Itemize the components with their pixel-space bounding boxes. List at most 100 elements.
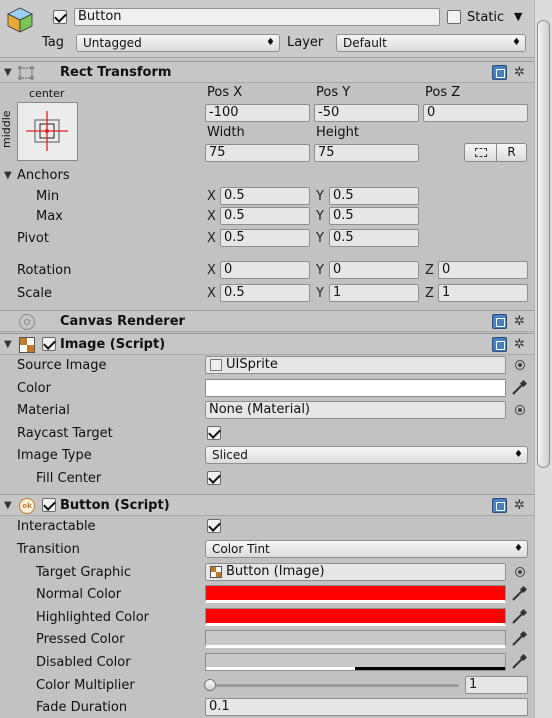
help-book-icon[interactable]	[492, 498, 507, 513]
width-field[interactable]: 75	[205, 144, 310, 162]
fade-duration-label: Fade Duration	[36, 700, 128, 715]
static-checkbox[interactable]	[447, 10, 461, 24]
pos-x-label: Pos X	[207, 85, 243, 100]
object-picker-icon[interactable]	[515, 567, 525, 577]
raw-edit-button[interactable]: R	[496, 143, 527, 162]
eyedropper-icon[interactable]	[510, 608, 528, 626]
min-y-field[interactable]: 0.5	[329, 187, 419, 205]
button-component-header[interactable]: ▼ ok Button (Script) ✲	[0, 494, 534, 516]
min-y-axis-label: Y	[316, 189, 324, 204]
tag-dropdown[interactable]: Untagged ♦	[76, 34, 280, 52]
height-field[interactable]: 75	[314, 144, 419, 162]
transition-label: Transition	[17, 542, 80, 557]
rot-x-field[interactable]: 0	[220, 261, 310, 279]
button-enabled-checkbox[interactable]	[42, 498, 56, 512]
disabled-color-swatch[interactable]	[205, 653, 506, 671]
rot-x-axis-label: X	[207, 263, 216, 278]
eyedropper-icon[interactable]	[510, 585, 528, 603]
image-component-icon	[19, 337, 35, 353]
interactable-checkbox[interactable]	[207, 519, 221, 533]
layer-dropdown[interactable]: Default ♦	[336, 34, 526, 52]
scale-x-field[interactable]: 0.5	[220, 284, 310, 302]
max-label: Max	[36, 209, 63, 224]
button-component-icon: ok	[19, 498, 35, 514]
foldout-arrow-icon[interactable]: ▼	[4, 339, 12, 350]
image-component-header[interactable]: ▼ Image (Script) ✲	[0, 333, 534, 355]
pivot-x-field[interactable]: 0.5	[220, 229, 310, 247]
raycast-target-checkbox[interactable]	[207, 426, 221, 440]
vertical-scrollbar[interactable]	[534, 0, 552, 718]
max-y-axis-label: Y	[316, 209, 324, 224]
highlighted-color-label: Highlighted Color	[36, 610, 150, 625]
gear-icon[interactable]: ✲	[514, 314, 525, 329]
image-component-icon	[210, 566, 222, 578]
pos-y-field[interactable]: -50	[314, 104, 419, 122]
updown-arrow-icon: ♦	[514, 543, 523, 554]
foldout-arrow-icon[interactable]: ▼	[4, 500, 12, 511]
rot-y-field[interactable]: 0	[329, 261, 419, 279]
eyedropper-icon[interactable]	[510, 630, 528, 648]
pos-x-field[interactable]: -100	[205, 104, 310, 122]
alpha-bar	[206, 667, 355, 670]
active-checkbox[interactable]	[53, 10, 67, 24]
blueprint-mode-button[interactable]	[464, 143, 497, 162]
updown-arrow-icon: ♦	[514, 449, 523, 460]
updown-arrow-icon: ♦	[512, 37, 521, 48]
static-dropdown-arrow-icon[interactable]: ▼	[514, 10, 522, 23]
color-multiplier-field[interactable]: 1	[465, 676, 528, 694]
source-image-value: UISprite	[226, 357, 278, 372]
scale-y-field[interactable]: 1	[329, 284, 419, 302]
tag-value: Untagged	[83, 36, 142, 50]
object-picker-icon[interactable]	[515, 405, 525, 415]
image-type-dropdown[interactable]: Sliced ♦	[205, 446, 528, 464]
rect-transform-header[interactable]: ▼ Rect Transform ✲	[0, 61, 534, 83]
object-name-input[interactable]: Button	[74, 8, 440, 26]
gear-icon[interactable]: ✲	[514, 337, 525, 352]
fill-center-label: Fill Center	[36, 471, 102, 486]
min-x-field[interactable]: 0.5	[220, 187, 310, 205]
normal-color-swatch[interactable]	[205, 585, 506, 603]
blueprint-icon	[475, 148, 487, 157]
help-book-icon[interactable]	[492, 314, 507, 329]
eyedropper-icon[interactable]	[510, 653, 528, 671]
layer-label: Layer	[287, 35, 324, 50]
source-image-field[interactable]: UISprite	[205, 356, 506, 374]
max-x-field[interactable]: 0.5	[220, 207, 310, 225]
transition-dropdown[interactable]: Color Tint ♦	[205, 540, 528, 558]
pivot-y-field[interactable]: 0.5	[329, 229, 419, 247]
max-y-field[interactable]: 0.5	[329, 207, 419, 225]
scale-z-field[interactable]: 1	[438, 284, 528, 302]
rect-transform-icon	[17, 65, 35, 81]
canvas-renderer-header[interactable]: Canvas Renderer ✲	[0, 310, 534, 332]
anchor-presets-button[interactable]	[17, 102, 78, 161]
gear-icon[interactable]: ✲	[514, 65, 525, 80]
color-swatch[interactable]	[205, 379, 506, 397]
static-label: Static	[467, 10, 505, 25]
interactable-label: Interactable	[17, 519, 96, 534]
color-label: Color	[17, 381, 51, 396]
image-enabled-checkbox[interactable]	[42, 337, 56, 351]
sprite-icon	[210, 359, 222, 371]
inspector-header: Button Static ▼ Tag Untagged ♦ Layer Defa…	[0, 0, 534, 58]
help-book-icon[interactable]	[492, 337, 507, 352]
material-field[interactable]: None (Material)	[205, 401, 506, 419]
eyedropper-icon[interactable]	[510, 379, 528, 397]
gear-icon[interactable]: ✲	[514, 498, 525, 513]
anchors-foldout-icon[interactable]: ▼	[4, 170, 12, 181]
highlighted-color-swatch[interactable]	[205, 608, 506, 626]
help-book-icon[interactable]	[492, 65, 507, 80]
foldout-arrow-icon[interactable]: ▼	[4, 67, 12, 78]
scrollbar-thumb[interactable]	[537, 20, 550, 468]
color-multiplier-slider-track[interactable]	[209, 684, 459, 687]
color-multiplier-slider-thumb[interactable]	[204, 679, 216, 691]
fill-center-checkbox[interactable]	[207, 471, 221, 485]
fade-duration-field[interactable]: 0.1	[205, 698, 528, 716]
target-graphic-field[interactable]: Button (Image)	[205, 563, 506, 581]
pressed-color-swatch[interactable]	[205, 630, 506, 648]
image-type-value: Sliced	[212, 448, 248, 462]
object-picker-icon[interactable]	[515, 360, 525, 370]
normal-color-label: Normal Color	[36, 587, 122, 602]
gameobject-cube-icon	[6, 6, 34, 34]
pos-z-field[interactable]: 0	[423, 104, 528, 122]
rot-z-field[interactable]: 0	[438, 261, 528, 279]
